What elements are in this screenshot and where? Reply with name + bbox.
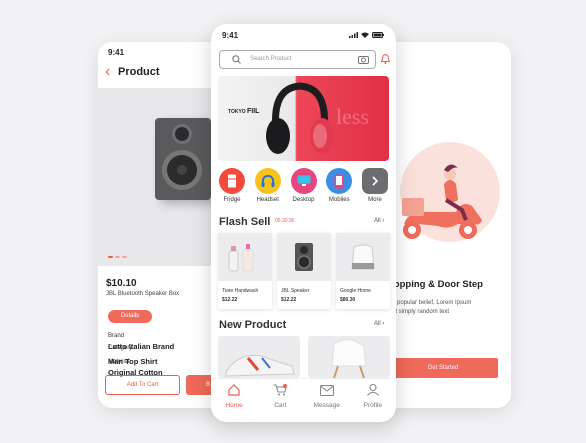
onboarding-headline: hopping & Door Step: [388, 279, 483, 290]
category-label: Fridge: [223, 197, 241, 203]
product-card[interactable]: JBL Speaker $12.22: [277, 233, 331, 309]
spec-value-category: Man Top Shirt: [108, 357, 158, 366]
desktop-icon: [290, 168, 317, 194]
bottom-navigation: Home Cart Message Profile: [211, 378, 396, 422]
banner-brand-small: TOKYO: [228, 109, 246, 115]
flash-sell-all-link[interactable]: All ›: [374, 218, 384, 224]
product-name: Google Home: [340, 288, 371, 294]
category-label: Headset: [256, 197, 279, 203]
spec-label-category: Category: [108, 345, 133, 351]
home-icon: [228, 384, 240, 396]
product-price: $12.22: [281, 297, 297, 303]
banner-brand: FIIL: [247, 108, 260, 115]
page-title: Product: [118, 66, 160, 78]
headset-icon: [254, 168, 281, 194]
product-price: $10.10: [106, 278, 137, 289]
status-time: 9:41: [222, 31, 239, 40]
signal-icon: [349, 32, 358, 38]
cart-icon: [273, 384, 288, 396]
fridge-icon: [219, 168, 245, 194]
category-more[interactable]: More: [359, 168, 391, 203]
product-card[interactable]: Tiare Handwash $12.22: [218, 233, 272, 309]
nav-label: Profile: [363, 402, 383, 409]
sneaker-image: [225, 354, 295, 377]
chair-image: [331, 339, 367, 378]
nav-label: Message: [313, 402, 340, 409]
nav-cart[interactable]: Cart: [260, 383, 300, 422]
new-product-title: New Product: [219, 319, 287, 331]
product-name: Tiare Handwash: [222, 288, 259, 294]
search-icon: [232, 55, 241, 64]
product-price: $80.30: [340, 297, 356, 303]
nav-message[interactable]: Message: [307, 383, 347, 422]
bell-icon[interactable]: [381, 54, 390, 64]
add-to-cart-button[interactable]: Add To Cart: [105, 375, 180, 395]
banner-watermark: less: [336, 104, 369, 129]
product-thumbnail: [336, 233, 390, 281]
details-button[interactable]: Details: [108, 310, 152, 323]
onboarding-description: o popular belief, Lorem Ipsum: [392, 300, 472, 306]
delivery-scooter-illustration: [402, 164, 482, 239]
product-name: JBL Speaker: [281, 288, 310, 294]
status-icons: [349, 32, 384, 38]
status-time: 9:41: [108, 48, 125, 57]
get-started-button[interactable]: Get Started: [388, 358, 498, 378]
category-label: Desktop: [292, 197, 315, 203]
product-thumbnail: [218, 233, 272, 281]
nav-label: Home: [225, 402, 243, 409]
chevron-right-icon: [362, 168, 388, 194]
message-icon: [319, 384, 334, 397]
nav-profile[interactable]: Profile: [353, 383, 393, 422]
nav-label: Cart: [274, 402, 287, 409]
category-headset[interactable]: Headset: [252, 168, 284, 203]
product-price: $12.22: [222, 297, 238, 303]
flash-sell-timer: 05:30:30: [275, 218, 295, 224]
product-card[interactable]: Google Home $80.30: [336, 233, 390, 309]
category-label: More: [368, 197, 382, 203]
new-product-all-link[interactable]: All ›: [374, 321, 384, 327]
spec-label-brand: Brand: [108, 333, 125, 339]
flash-sell-list: Tiare Handwash $12.22 JBL Speaker $12.22…: [218, 233, 390, 309]
category-fridge[interactable]: Fridge: [216, 168, 248, 203]
headphones-image: [266, 82, 334, 154]
mobile-icon: [326, 168, 353, 194]
new-product-list: [218, 336, 390, 378]
speaker-image: [155, 118, 211, 200]
profile-icon: [366, 383, 379, 396]
category-row: Fridge Headset Desktop Mobiles More: [216, 168, 391, 203]
new-product-card[interactable]: [218, 336, 300, 378]
home-screen: 9:41 Search Product TOKYO FIIL less Frid…: [211, 24, 396, 422]
wifi-icon: [361, 32, 369, 38]
category-label: Mobiles: [328, 197, 350, 203]
product-thumbnail: [277, 233, 331, 281]
camera-icon[interactable]: [358, 55, 369, 64]
nav-home[interactable]: Home: [214, 383, 254, 422]
battery-icon: [372, 32, 384, 38]
back-arrow-icon[interactable]: ‹: [105, 64, 110, 80]
flash-sell-title: Flash Sell: [219, 216, 271, 228]
carousel-indicator[interactable]: [108, 256, 127, 258]
promo-banner[interactable]: TOKYO FIIL less: [218, 76, 389, 161]
product-name: JBL Bluetooth Speaker Box: [106, 291, 180, 297]
onboarding-description-line2: ot simply random text: [392, 309, 450, 315]
search-input[interactable]: Search Product: [250, 56, 291, 62]
category-desktop[interactable]: Desktop: [288, 168, 320, 203]
new-product-card[interactable]: [308, 336, 390, 378]
category-mobiles[interactable]: Mobiles: [323, 168, 355, 203]
search-bar[interactable]: Search Product: [219, 50, 376, 69]
